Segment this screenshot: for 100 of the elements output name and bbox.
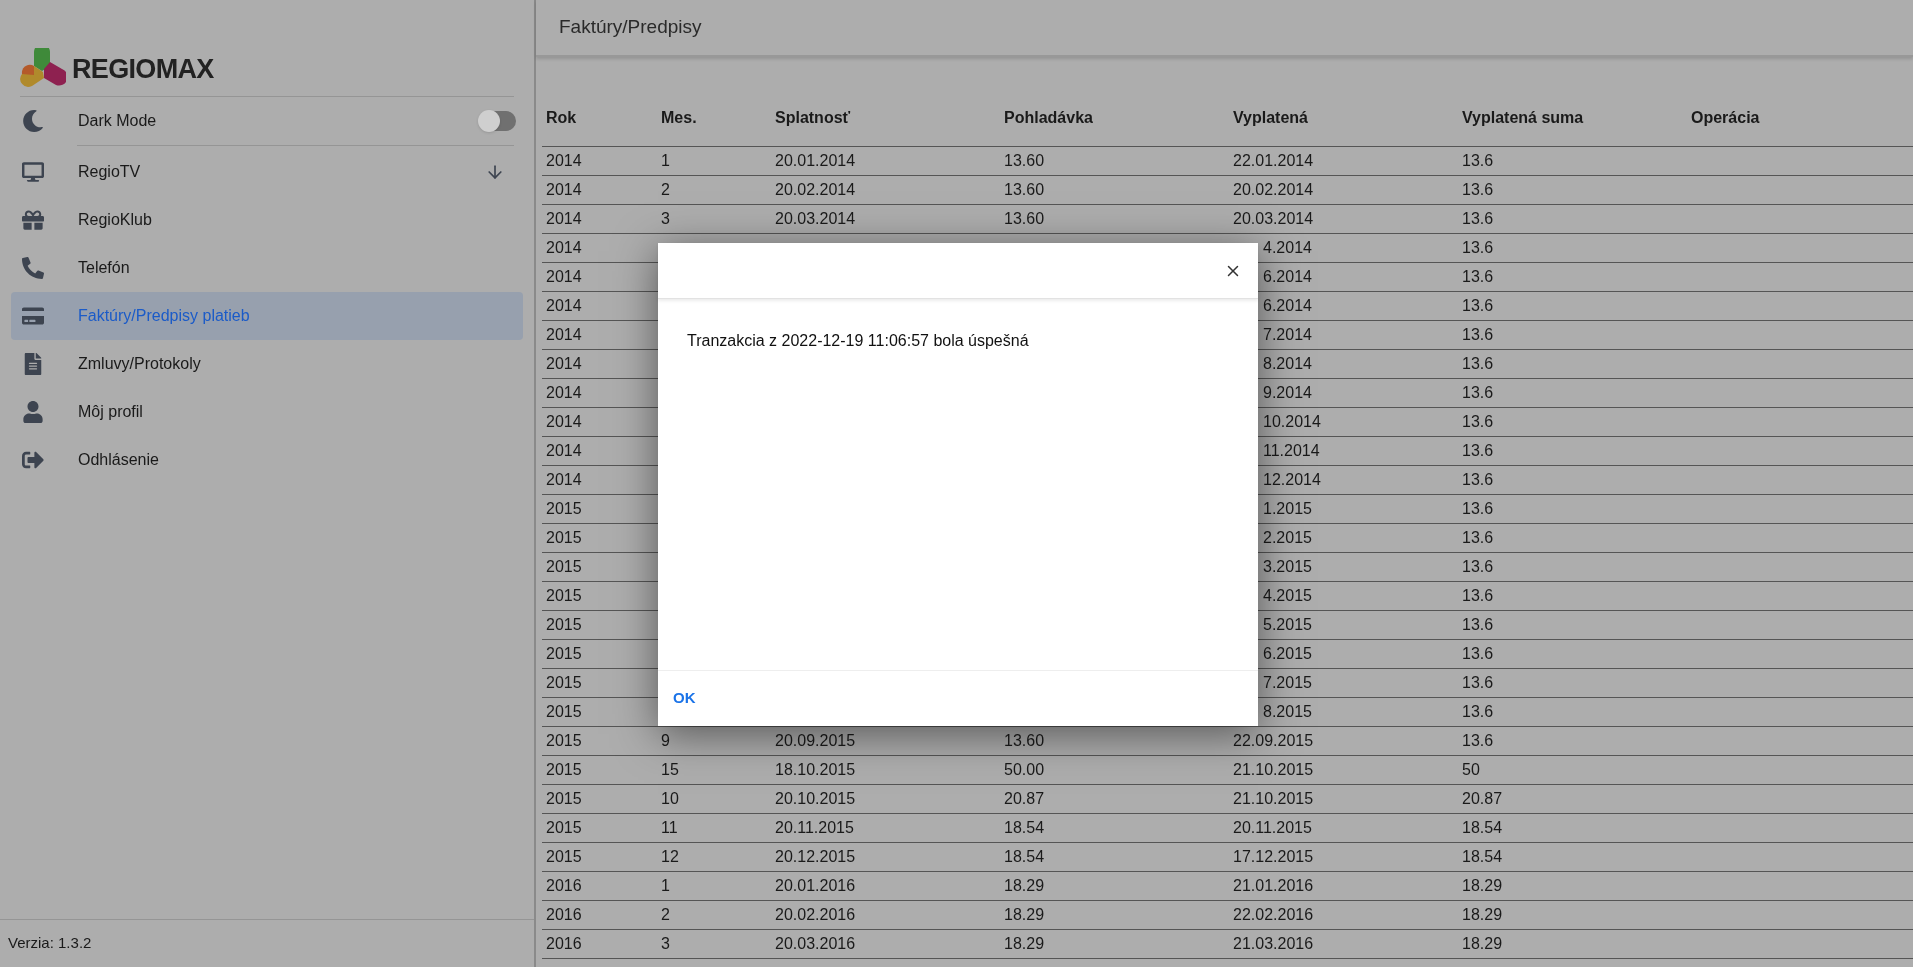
table-cell-text: 2015 <box>545 789 583 809</box>
table-cell-text: 20.03.2016 <box>774 934 857 954</box>
table-cell-text: 2015 <box>545 644 583 664</box>
table-cell-text: 2014 <box>545 180 583 200</box>
table-cell-text: 13.6 <box>1461 180 1495 200</box>
table-cell-text: 50.00 <box>1003 760 1046 780</box>
sidebar-item[interactable]: Zmluvy/Protokoly <box>11 340 523 388</box>
table-cell-text: 20.10.2015 <box>774 789 857 809</box>
table-cell-text: 18.29 <box>1003 934 1046 954</box>
table-cell-text: 12.2014 <box>1263 470 1321 490</box>
table-cell-text: 20.87 <box>1461 789 1504 809</box>
user-icon <box>22 401 44 423</box>
version-text: Verzia: 1.3.2 <box>8 933 92 954</box>
table-cell-text: 10 <box>660 789 680 809</box>
table-cell-text: 13.6 <box>1461 354 1495 374</box>
column-header: Pohladávka <box>1003 107 1094 128</box>
table-cell-text: 20.01.2014 <box>774 151 857 171</box>
table-cell-text: 22.02.2016 <box>1232 905 1315 925</box>
table-cell-text: 18.29 <box>1461 934 1504 954</box>
table-cell-text: 21.10.2015 <box>1232 789 1315 809</box>
phone-icon <box>22 257 44 279</box>
table-cell-text: 2014 <box>545 296 583 316</box>
column-header: Vyplatená <box>1232 107 1309 128</box>
table-cell-text: 2015 <box>545 557 583 577</box>
table-cell-text: 18.29 <box>1461 905 1504 925</box>
column-header: Vyplatená suma <box>1461 107 1585 128</box>
column-header: Splatnosť <box>774 107 852 128</box>
table-cell-text: 20.09.2015 <box>774 731 857 751</box>
table-cell-text: 15 <box>660 760 680 780</box>
table-cell-text: 2 <box>660 905 671 925</box>
dialog-message: Tranzakcia z 2022-12-19 11:06:57 bola úspešná <box>687 331 1030 351</box>
table-cell-text: 20.11.2015 <box>774 818 855 838</box>
table-cell-text: 13.6 <box>1461 673 1495 693</box>
table-cell-text: 7.2014 <box>1263 325 1312 345</box>
table-cell-text: 13.6 <box>1461 325 1495 345</box>
table-cell-text: 13.6 <box>1461 151 1495 171</box>
table-cell-text: 20.12.2015 <box>774 847 857 867</box>
table-cell-text: 2016 <box>545 934 583 954</box>
table-cell-text: 13.6 <box>1461 702 1495 722</box>
sidebar-item[interactable]: Môj profil <box>11 388 523 436</box>
table-cell-text: 18.54 <box>1461 818 1504 838</box>
table-cell-text: 13.6 <box>1461 296 1495 316</box>
table-cell-text: 12 <box>660 847 680 867</box>
table-cell-text: 2015 <box>545 702 583 722</box>
table-cell-text: 1.2015 <box>1263 499 1312 519</box>
brand-name: REGIOMAX <box>72 52 214 86</box>
table-cell-text: 13.6 <box>1461 557 1495 577</box>
column-header: Mes. <box>660 107 698 128</box>
menu-label: Dark Mode <box>78 111 158 131</box>
table-cell-text: 10.2014 <box>1263 412 1321 432</box>
table-cell-text: 20.03.2014 <box>774 209 857 229</box>
table-cell-text: 13.6 <box>1461 586 1495 606</box>
sidebar-item[interactable]: Telefón <box>11 244 523 292</box>
column-header: Rok <box>545 107 578 128</box>
gift-icon <box>22 209 44 231</box>
table-cell-text: 13.6 <box>1461 441 1495 461</box>
ok-button[interactable]: OK <box>672 687 697 710</box>
table-cell-text: 20.02.2014 <box>774 180 857 200</box>
table-cell-text: 2015 <box>545 760 583 780</box>
table-cell-text: 8.2014 <box>1263 354 1312 374</box>
table-cell-text: 13.6 <box>1461 238 1495 258</box>
table-cell-text: 2014 <box>545 238 583 258</box>
table-cell-text: 2015 <box>545 847 583 867</box>
table-cell-text: 13.6 <box>1461 412 1495 432</box>
table-cell-text: 21.10.2015 <box>1232 760 1315 780</box>
table-cell-text: 2016 <box>545 876 583 896</box>
table-cell-text: 21.03.2016 <box>1232 934 1315 954</box>
toggle-switch[interactable] <box>480 111 516 131</box>
document-icon <box>22 353 44 375</box>
table-cell-text: 2014 <box>545 412 583 432</box>
table-cell-text: 20.11.2015 <box>1232 818 1313 838</box>
table-cell-text: 6.2015 <box>1263 644 1312 664</box>
table-cell-text: 2014 <box>545 441 583 461</box>
table-cell-text: 9.2014 <box>1263 383 1312 403</box>
table-cell-text: 13.6 <box>1461 499 1495 519</box>
table-cell-text: 18.29 <box>1003 905 1046 925</box>
table-cell-text: 20.02.2014 <box>1232 180 1315 200</box>
table-cell-text: 6.2014 <box>1263 296 1312 316</box>
table-cell-text: 1 <box>660 151 671 171</box>
table-cell-text: 11 <box>660 818 679 838</box>
table-cell-text: 13.6 <box>1461 731 1495 751</box>
card-icon <box>22 305 44 327</box>
table-cell-text: 50 <box>1461 760 1481 780</box>
logout-icon <box>22 449 44 471</box>
table-cell-text: 2.2015 <box>1263 528 1312 548</box>
table-cell-text: 6.2014 <box>1263 267 1312 287</box>
sidebar-item[interactable]: RegioKlub <box>11 196 523 244</box>
table-cell-text: 8.2015 <box>1263 702 1312 722</box>
sidebar-item[interactable]: Odhlásenie <box>11 436 523 484</box>
table-cell-text: 13.6 <box>1461 267 1495 287</box>
table-cell-text: 11.2014 <box>1263 441 1320 461</box>
table-cell-text: 22.09.2015 <box>1232 731 1315 751</box>
table-cell-text: 20.01.2016 <box>774 876 857 896</box>
page-title: Faktúry/Predpisy <box>559 15 702 40</box>
table-cell-text: 5.2015 <box>1263 615 1312 635</box>
sidebar-item[interactable]: RegioTV <box>11 148 523 196</box>
table-cell-text: 2014 <box>545 267 583 287</box>
table-cell-text: 18.29 <box>1003 876 1046 896</box>
column-header: Operácia <box>1690 107 1761 128</box>
table-cell-text: 18.54 <box>1461 847 1504 867</box>
